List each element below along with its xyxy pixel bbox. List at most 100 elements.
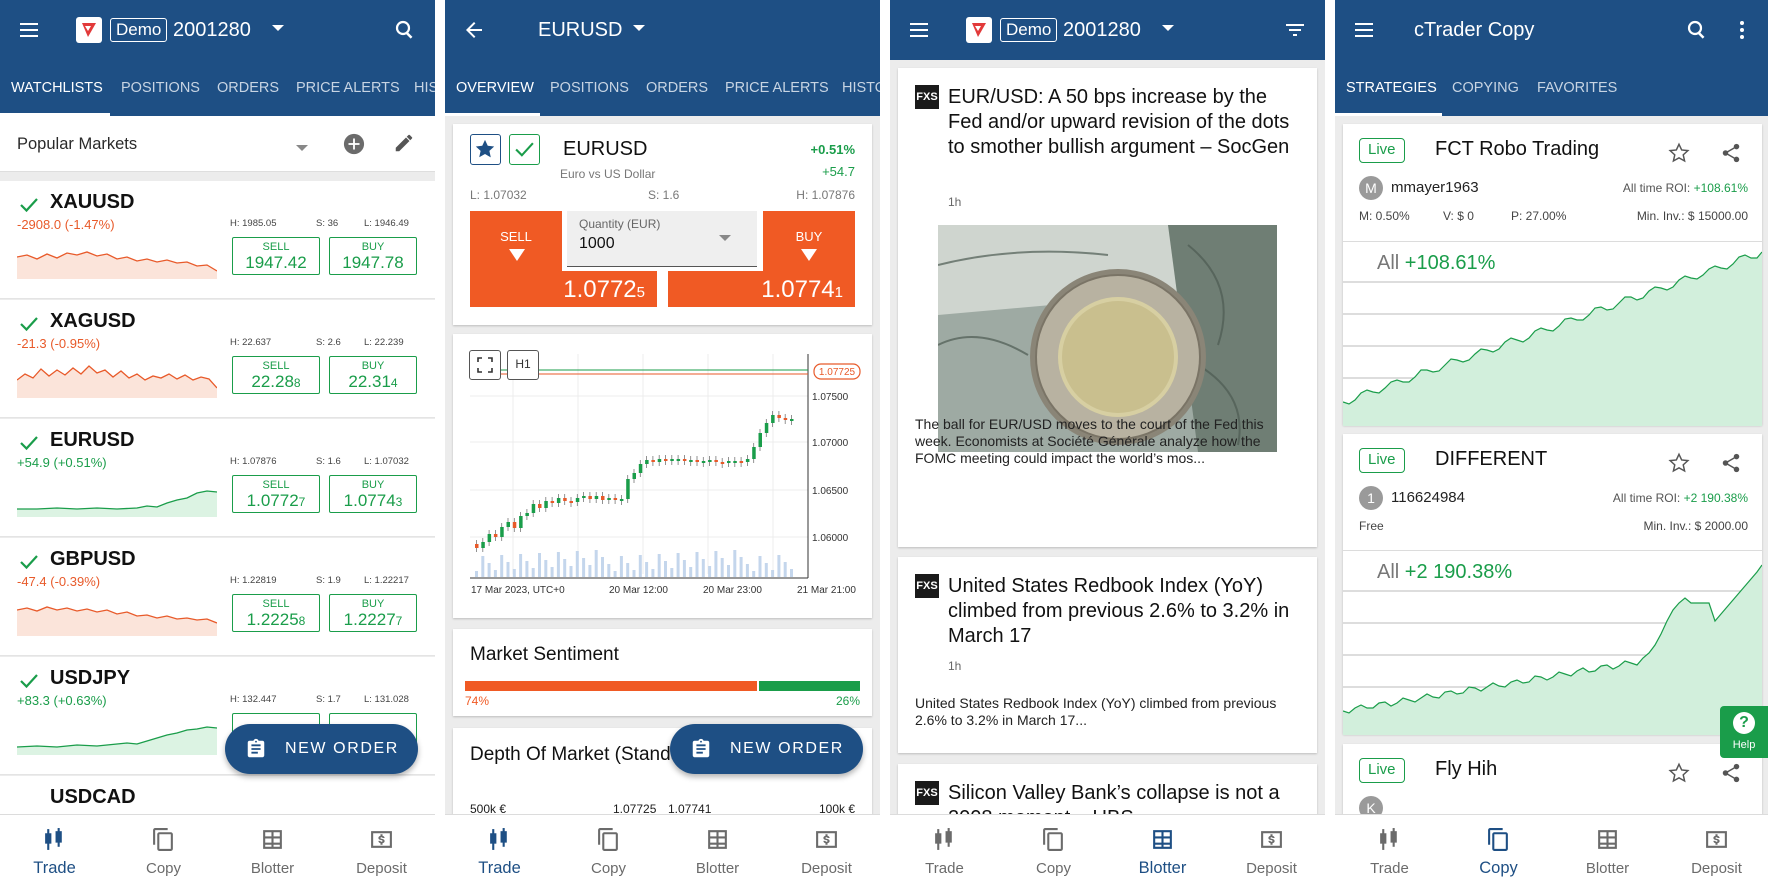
filter-icon[interactable]: [1283, 18, 1307, 42]
volume-bar: [569, 566, 573, 577]
search-icon[interactable]: [1685, 18, 1709, 42]
watchlist-toggle[interactable]: [509, 134, 540, 165]
candle: [752, 447, 756, 459]
strategy-card[interactable]: Live FCT Robo Trading M mmayer1963 All t…: [1343, 124, 1762, 426]
symbol-title[interactable]: EURUSD: [538, 17, 622, 43]
nav-blotter[interactable]: Blotter: [1553, 815, 1662, 884]
tab-history[interactable]: HISTORY: [414, 60, 435, 116]
quantity-field[interactable]: Quantity (EUR) 1000: [567, 211, 757, 267]
sell-button[interactable]: SELL 1.07727: [232, 475, 320, 513]
tab-positions[interactable]: POSITIONS: [121, 60, 200, 116]
watchlist-row[interactable]: XAGUSD -21.3 (-0.95%) H: 22.637 S: 2.6 L…: [0, 300, 435, 418]
nav-deposit[interactable]: Deposit: [327, 815, 435, 884]
volume-bar: [752, 571, 756, 577]
timeframe-button[interactable]: H1: [507, 350, 539, 380]
share-icon[interactable]: [1720, 142, 1742, 164]
symbol-dropdown-icon[interactable]: [633, 25, 645, 31]
strategy-card[interactable]: Live DIFFERENT 1 116624984 All time ROI:…: [1343, 434, 1762, 735]
edit-pencil-icon[interactable]: [393, 132, 415, 154]
buy-button[interactable]: BUY 1.22277: [329, 594, 417, 632]
tab-watchlists[interactable]: WATCHLISTS: [11, 60, 103, 116]
sell-price-button[interactable]: 1.07725: [470, 271, 657, 307]
candle: [556, 498, 561, 503]
tab-positions[interactable]: POSITIONS: [550, 60, 629, 116]
min-investment: Min. Inv.: $ 15000.00: [1636, 209, 1748, 223]
share-icon[interactable]: [1720, 762, 1742, 784]
nav-copy[interactable]: Copy: [1444, 815, 1553, 884]
account-dropdown-icon[interactable]: [272, 25, 284, 31]
symbol-name: GBPUSD: [50, 548, 136, 570]
symbol-change: -2908.0 (-1.47%): [17, 217, 115, 232]
star-outline-icon[interactable]: [1668, 762, 1690, 784]
star-outline-icon[interactable]: [1668, 452, 1690, 474]
watchlist-title[interactable]: Popular Markets: [17, 135, 137, 154]
nav-deposit[interactable]: Deposit: [1217, 815, 1325, 884]
watchlist-row[interactable]: XAUUSD -2908.0 (-1.47%) H: 1985.05 S: 36…: [0, 181, 435, 299]
nav-trade[interactable]: Trade: [890, 815, 999, 884]
new-order-button[interactable]: NEW ORDER: [225, 724, 418, 774]
account-number[interactable]: 2001280: [1063, 17, 1141, 43]
check-icon: [20, 674, 38, 689]
watchlist-row[interactable]: EURUSD +54.9 (+0.51%) H: 1.07876 S: 1.6 …: [0, 419, 435, 537]
watchlist-row[interactable]: GBPUSD -47.4 (-0.39%) H: 1.22819 S: 1.9 …: [0, 538, 435, 656]
tab-copying[interactable]: COPYING: [1452, 60, 1519, 116]
tab-orders[interactable]: ORDERS: [217, 60, 279, 116]
buy-button[interactable]: BUY 1947.78: [329, 237, 417, 275]
news-card[interactable]: FXS United States Redbook Index (YoY) cl…: [898, 557, 1317, 753]
app-bar: Demo 2001280: [890, 0, 1325, 60]
quantity-dropdown-icon[interactable]: [719, 235, 731, 241]
help-button[interactable]: ? Help: [1720, 706, 1768, 758]
tab-strategies[interactable]: STRATEGIES: [1346, 60, 1437, 116]
menu-icon[interactable]: [907, 18, 931, 42]
change-percent: +0.51%: [810, 142, 855, 157]
tab-price-alerts[interactable]: PRICE ALERTS: [296, 60, 400, 116]
watchlist-dropdown-icon[interactable]: [296, 145, 308, 151]
add-circle-icon[interactable]: [343, 133, 365, 155]
nav-blotter[interactable]: Blotter: [663, 815, 772, 884]
nav-copy[interactable]: Copy: [109, 815, 218, 884]
nav-copy[interactable]: Copy: [554, 815, 663, 884]
deposit-icon: [371, 831, 392, 848]
buy-button[interactable]: BUY 22.314: [329, 356, 417, 394]
news-card[interactable]: FXS EUR/USD: A 50 bps increase by the Fe…: [898, 68, 1317, 547]
tab-orders[interactable]: ORDERS: [646, 60, 708, 116]
new-order-button[interactable]: NEW ORDER: [670, 724, 863, 774]
sell-price: 1.07725: [563, 276, 645, 303]
nav-deposit[interactable]: Deposit: [1662, 815, 1768, 884]
menu-icon[interactable]: [17, 18, 41, 42]
nav-trade[interactable]: Trade: [1335, 815, 1444, 884]
nav-trade[interactable]: Trade: [445, 815, 554, 884]
tab-overview[interactable]: OVERVIEW: [456, 60, 534, 116]
star-outline-icon[interactable]: [1668, 142, 1690, 164]
nav-trade[interactable]: Trade: [0, 815, 109, 884]
volume-bar: [500, 555, 504, 577]
nav-deposit[interactable]: Deposit: [772, 815, 880, 884]
low-price: L: 131.028: [364, 694, 409, 705]
buy-button[interactable]: BUY 1.07743: [329, 475, 417, 513]
fullscreen-button[interactable]: [469, 350, 501, 380]
volume-bar: [645, 562, 649, 577]
volume-bar: [689, 567, 693, 577]
sell-button[interactable]: SELL 22.288: [232, 356, 320, 394]
favorite-toggle[interactable]: [470, 134, 501, 165]
sell-button[interactable]: SELL 1.22258: [232, 594, 320, 632]
tab-favorites[interactable]: FAVORITES: [1537, 60, 1617, 116]
back-arrow-icon[interactable]: [462, 18, 486, 42]
account-number[interactable]: 2001280: [173, 17, 251, 43]
tab-price-alerts[interactable]: PRICE ALERTS: [725, 60, 829, 116]
tab-history[interactable]: HISTORY: [842, 60, 880, 116]
account-dropdown-icon[interactable]: [1162, 25, 1174, 31]
menu-icon[interactable]: [1352, 18, 1376, 42]
volume-bar: [519, 554, 523, 577]
nav-blotter[interactable]: Blotter: [218, 815, 327, 884]
volume-bar: [538, 553, 541, 577]
symbol-name: EURUSD: [50, 429, 135, 451]
buy-price-button[interactable]: 1.07741: [668, 271, 855, 307]
nav-copy[interactable]: Copy: [999, 815, 1108, 884]
live-badge: Live: [1359, 758, 1405, 783]
sell-button[interactable]: SELL 1947.42: [232, 237, 320, 275]
share-icon[interactable]: [1720, 452, 1742, 474]
more-vertical-icon[interactable]: [1730, 18, 1754, 42]
search-icon[interactable]: [393, 18, 417, 42]
nav-blotter[interactable]: Blotter: [1108, 815, 1217, 884]
